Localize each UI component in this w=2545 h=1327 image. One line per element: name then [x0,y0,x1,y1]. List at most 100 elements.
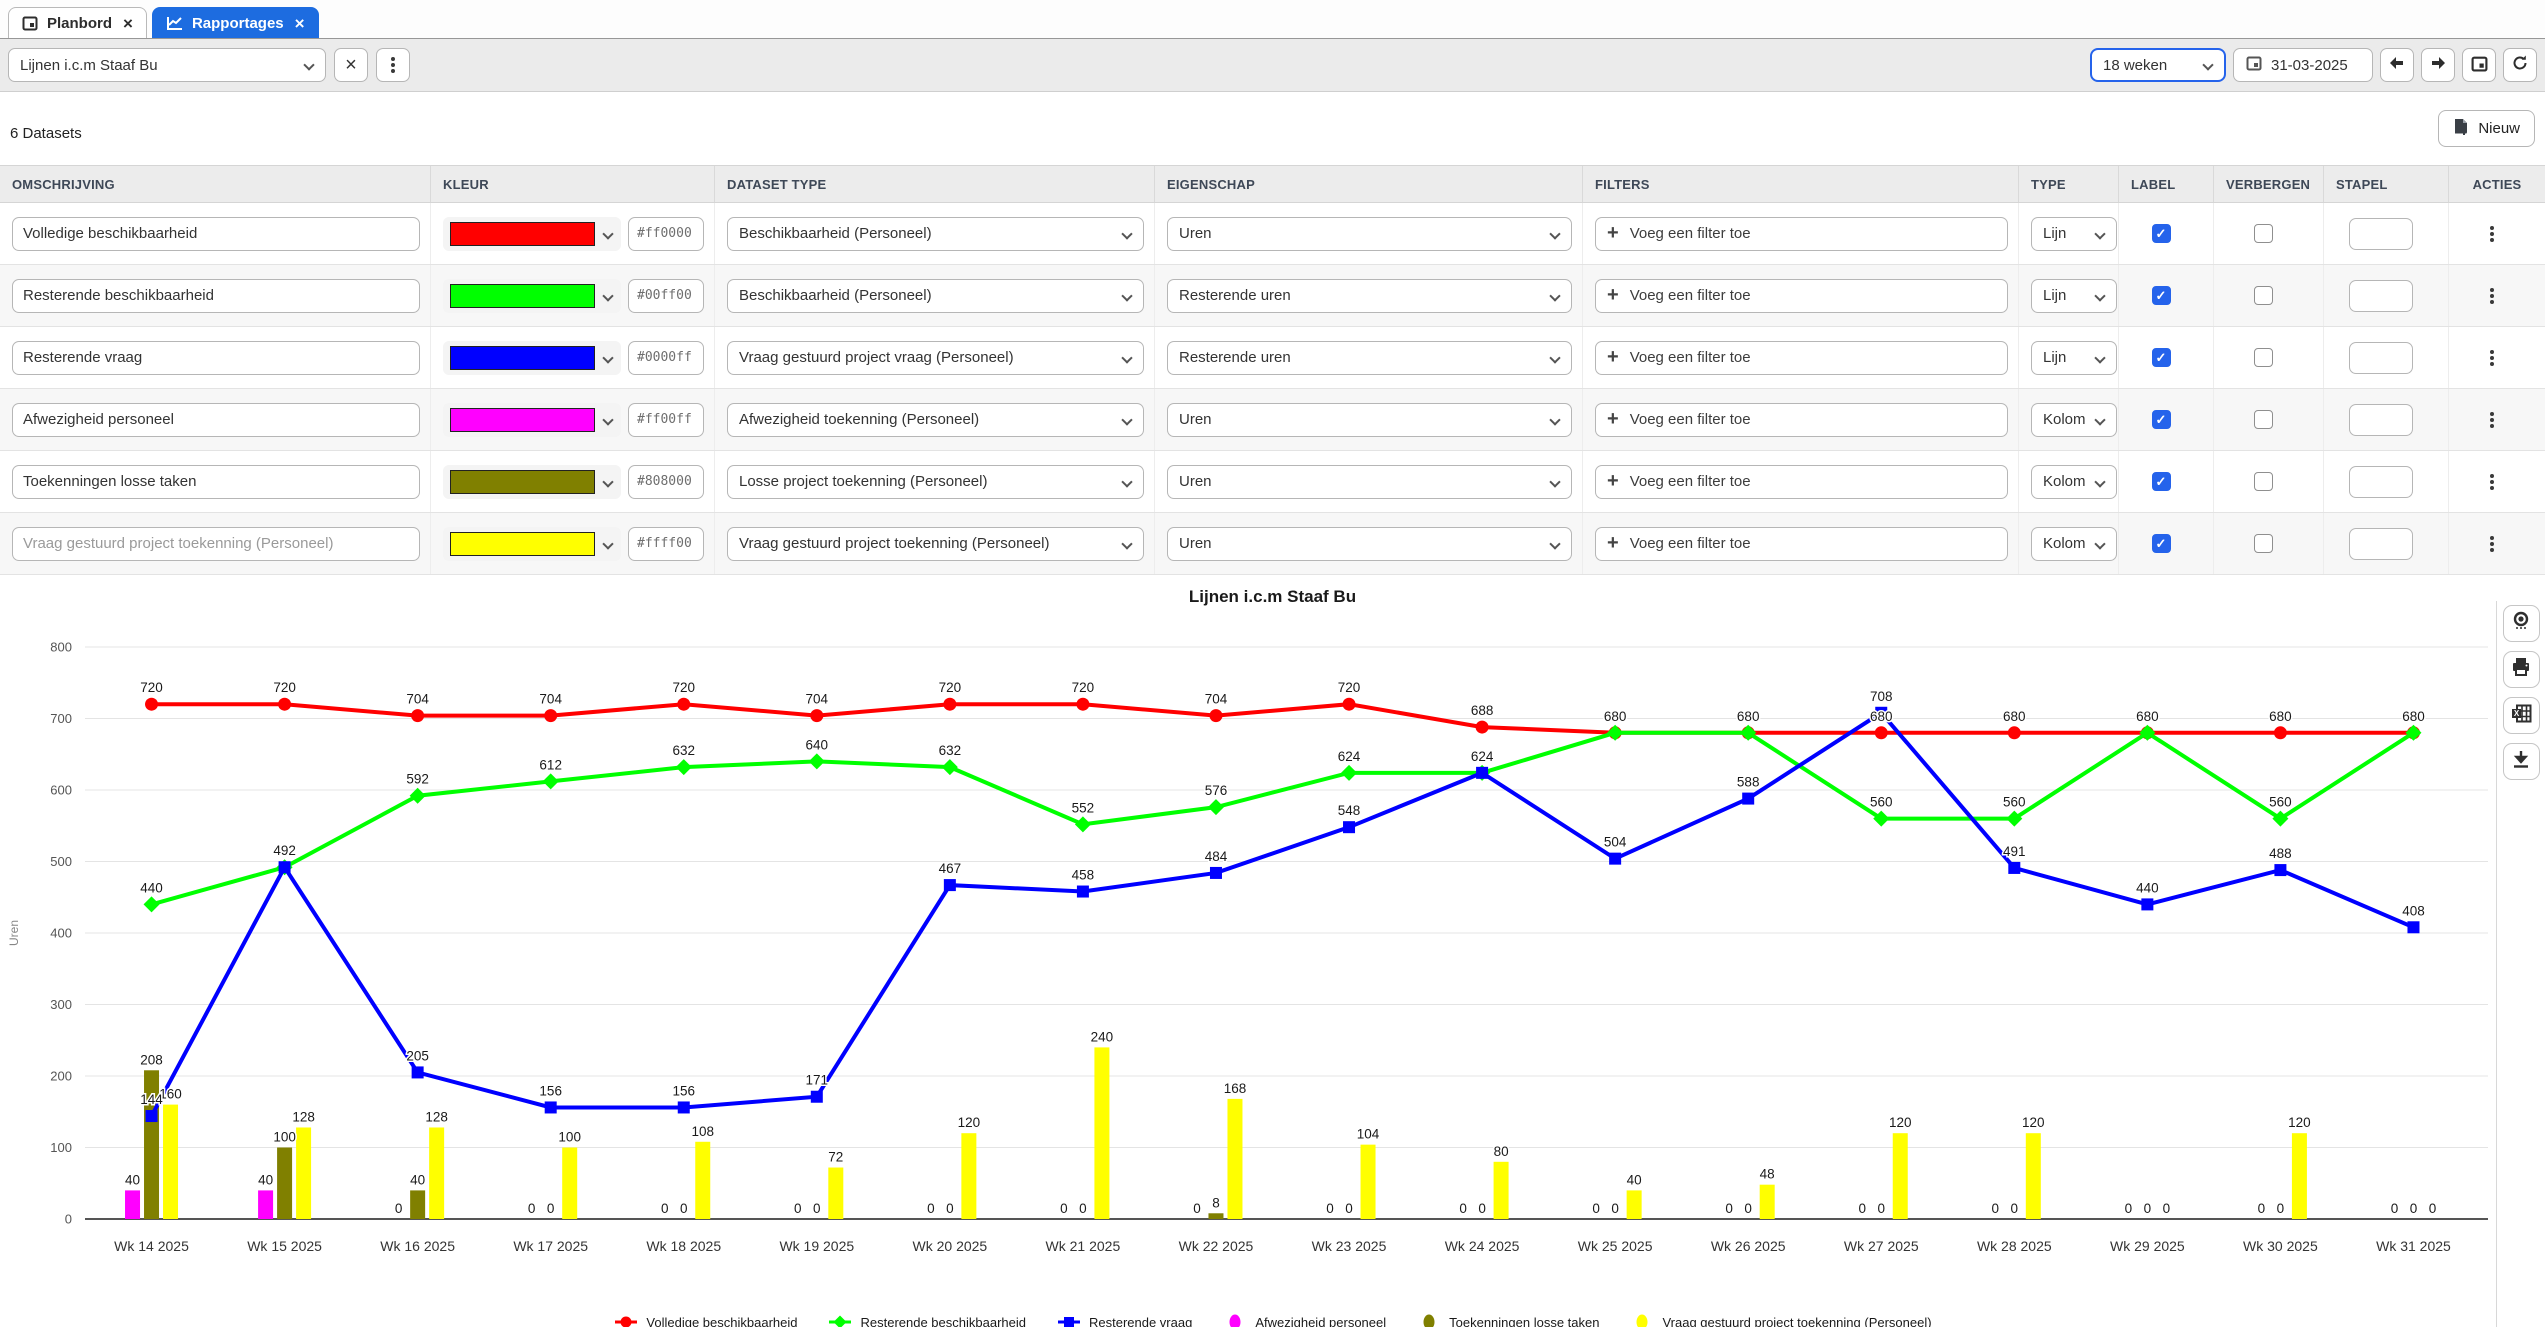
new-dataset-button[interactable]: Nieuw [2438,110,2535,147]
row-actions-button[interactable] [2477,281,2507,311]
color-select[interactable] [443,341,621,375]
type-select[interactable]: Lijn [2031,279,2117,313]
date-field[interactable]: 31-03-2025 [2233,48,2373,82]
chevron-down-icon [2094,414,2105,425]
stapel-cell [2323,265,2448,326]
chart-point [1075,816,1091,832]
verbergen-checkbox[interactable] [2254,472,2273,491]
stapel-input[interactable] [2349,466,2413,498]
row-actions-button[interactable] [2477,529,2507,559]
color-select[interactable] [443,217,621,251]
report-select[interactable]: Lijnen i.c.m Staaf Bu [8,48,326,82]
stapel-input[interactable] [2349,404,2413,436]
refresh-button[interactable] [2503,48,2537,82]
stapel-input[interactable] [2349,342,2413,374]
label-checkbox[interactable] [2152,348,2171,367]
verbergen-checkbox[interactable] [2254,534,2273,553]
omschrijving-input[interactable] [12,217,420,251]
eigenschap-select[interactable]: Uren [1167,527,1572,561]
eigenschap-select[interactable]: Uren [1167,403,1572,437]
dataset-type-select[interactable]: Beschikbaarheid (Personeel) [727,217,1144,251]
toggle-visibility-button[interactable] [2503,605,2540,642]
legend-item[interactable]: Vraag gestuurd project toekenning (Perso… [1629,1314,1931,1327]
verbergen-checkbox[interactable] [2254,224,2273,243]
dataset-type-select[interactable]: Vraag gestuurd project toekenning (Perso… [727,527,1144,561]
excel-export-button[interactable]: X [2503,697,2540,734]
row-actions-button[interactable] [2477,343,2507,373]
row-actions-button[interactable] [2477,405,2507,435]
label-checkbox[interactable] [2152,286,2171,305]
chart-value-label: 680 [2269,709,2292,724]
legend-item[interactable]: Resterende vraag [1056,1314,1192,1327]
verbergen-checkbox[interactable] [2254,410,2273,429]
prev-period-button[interactable] [2380,48,2414,82]
type-select[interactable]: Lijn [2031,341,2117,375]
dataset-type-select[interactable]: Losse project toekenning (Personeel) [727,465,1144,499]
color-select[interactable] [443,465,621,499]
eigenschap-select[interactable]: Uren [1167,217,1572,251]
close-icon[interactable]: × [295,15,305,32]
color-select[interactable] [443,403,621,437]
add-filter-button[interactable]: + Voeg een filter toe [1595,279,2008,313]
legend-item[interactable]: Resterende beschikbaarheid [827,1314,1026,1327]
label-checkbox[interactable] [2152,410,2171,429]
color-hex-input[interactable] [628,527,704,561]
color-hex-input[interactable] [628,403,704,437]
stapel-input[interactable] [2349,218,2413,250]
type-select[interactable]: Kolom [2031,403,2117,437]
add-filter-button[interactable]: + Voeg een filter toe [1595,217,2008,251]
tab-rapportages[interactable]: Rapportages × [152,7,319,38]
omschrijving-input[interactable] [12,527,420,561]
color-select[interactable] [443,527,621,561]
omschrijving-input[interactable] [12,341,420,375]
legend-item[interactable]: Toekenningen losse taken [1416,1314,1599,1327]
legend-item[interactable]: Afwezigheid personeel [1222,1314,1386,1327]
omschrijving-input[interactable] [12,279,420,313]
period-select[interactable]: 18 weken [2090,48,2226,82]
dataset-type-select[interactable]: Beschikbaarheid (Personeel) [727,279,1144,313]
download-button[interactable] [2503,743,2540,780]
dataset-type-select[interactable]: Afwezigheid toekenning (Personeel) [727,403,1144,437]
legend-item[interactable]: Volledige beschikbaarheid [613,1314,797,1327]
color-hex-input[interactable] [628,465,704,499]
eigenschap-select[interactable]: Uren [1167,465,1572,499]
omschrijving-input[interactable] [12,403,420,437]
chart-value-label: 720 [1338,680,1361,695]
verbergen-checkbox[interactable] [2254,348,2273,367]
label-checkbox[interactable] [2152,472,2171,491]
add-filter-button[interactable]: + Voeg een filter toe [1595,465,2008,499]
row-actions-button[interactable] [2477,467,2507,497]
dataset-type-select[interactable]: Vraag gestuurd project vraag (Personeel) [727,341,1144,375]
chart-value-label: 100 [273,1130,296,1145]
close-icon[interactable]: × [123,15,133,32]
calendar-button[interactable] [2462,48,2496,82]
clear-report-button[interactable]: × [334,48,368,82]
type-select[interactable]: Kolom [2031,527,2117,561]
verbergen-checkbox[interactable] [2254,286,2273,305]
stapel-input[interactable] [2349,280,2413,312]
type-cell: Lijn [2018,265,2118,326]
report-menu-button[interactable] [376,48,410,82]
row-actions-button[interactable] [2477,219,2507,249]
eigenschap-select[interactable]: Resterende uren [1167,341,1572,375]
add-filter-button[interactable]: + Voeg een filter toe [1595,527,2008,561]
color-hex-input[interactable] [628,279,704,313]
label-checkbox[interactable] [2152,224,2171,243]
label-checkbox[interactable] [2152,534,2171,553]
omschrijving-input[interactable] [12,465,420,499]
color-select[interactable] [443,279,621,313]
type-select[interactable]: Lijn [2031,217,2117,251]
stapel-input[interactable] [2349,528,2413,560]
add-filter-button[interactable]: + Voeg een filter toe [1595,403,2008,437]
color-hex-input[interactable] [628,217,704,251]
type-select[interactable]: Kolom [2031,465,2117,499]
eigenschap-select[interactable]: Resterende uren [1167,279,1572,313]
chart-point [1343,698,1356,711]
tab-planbord[interactable]: Planbord × [8,7,147,38]
print-button[interactable] [2503,651,2540,688]
color-hex-input[interactable] [628,341,704,375]
next-period-button[interactable] [2421,48,2455,82]
plus-icon: + [1607,285,1619,305]
add-filter-button[interactable]: + Voeg een filter toe [1595,341,2008,375]
chart-point [544,709,557,722]
